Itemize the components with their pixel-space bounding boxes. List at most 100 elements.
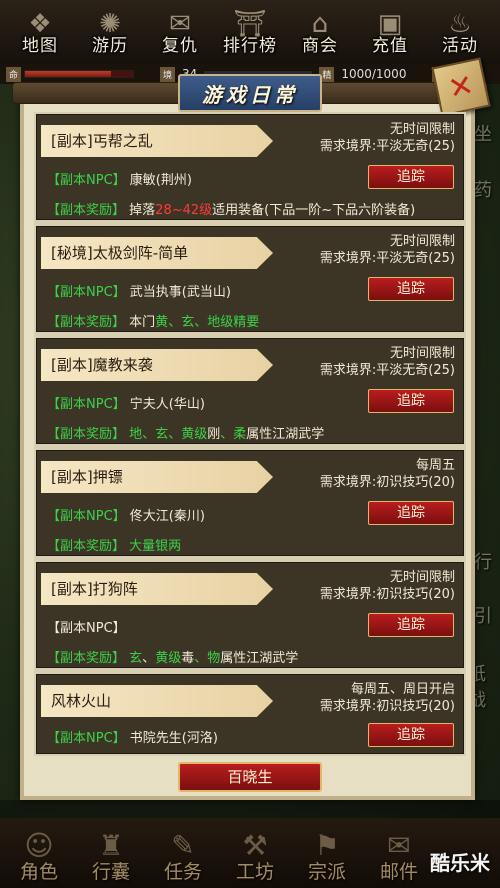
- track-button[interactable]: 追踪: [368, 613, 454, 637]
- nav-ranking[interactable]: ⛩ 排行榜: [216, 0, 284, 64]
- nav-revenge[interactable]: ✉ 复仇: [146, 0, 214, 64]
- reward-text: 玄: [181, 315, 195, 330]
- realm-requirement: 需求境界:初识技巧(20): [319, 587, 455, 602]
- realm-requirement: 需求境界:初识技巧(20): [319, 699, 455, 714]
- reward-text: 、: [168, 427, 182, 442]
- encyclopedia-button[interactable]: 百晓生: [178, 762, 322, 792]
- bnav-label: 任务: [163, 861, 202, 883]
- chat-strip[interactable]: [0, 800, 500, 818]
- reward-row: 【副本奖励】 大量银两: [47, 535, 181, 554]
- side-text: 坐: [474, 124, 492, 145]
- reward-text: 本门: [129, 315, 156, 330]
- reward-text: 黄: [155, 315, 169, 330]
- dungeon-card: [副本]魔教来袭 无时间限制 需求境界:平淡无奇(25) 【副本NPC】 宁夫人…: [36, 338, 464, 444]
- track-button[interactable]: 追踪: [368, 723, 454, 747]
- npc-tag: 【副本NPC】: [47, 731, 126, 746]
- hp-bar: [24, 70, 135, 78]
- nav-label: 商会: [302, 36, 338, 56]
- dungeon-name: [秘境]太极剑阵-简单: [41, 237, 273, 269]
- side-text: 引: [474, 606, 492, 627]
- bottom-nav: ☺ 角色 ♜ 行囊 ✎ 任务 ⚒ 工坊 ⚑ 宗派 ✉ 邮件: [0, 818, 500, 888]
- npc-tag: 【副本NPC】: [47, 509, 126, 524]
- npc-tag: 【副本NPC】: [47, 285, 126, 300]
- reward-text: 黄级: [155, 651, 182, 666]
- npc-name: 康敏(荆州): [129, 173, 192, 188]
- reward-row: 【副本奖励】 玄、黄级毒、物属性江湖武学: [47, 647, 298, 666]
- track-button[interactable]: 追踪: [368, 389, 454, 413]
- dungeon-name: [副本]打狗阵: [41, 573, 273, 605]
- nav-label: 游历: [92, 36, 128, 56]
- npc-row: 【副本NPC】 佟大江(秦川): [47, 505, 205, 524]
- npc-tag: 【副本NPC】: [47, 397, 126, 412]
- npc-tag: 【副本NPC】: [47, 173, 126, 188]
- watermark: 酷乐米: [430, 851, 490, 875]
- hp-tag: 命: [6, 66, 22, 82]
- npc-row: 【副本NPC】 书院先生(河洛): [47, 727, 218, 746]
- nav-recharge[interactable]: ▣ 充值: [356, 0, 424, 64]
- nav-label: 复仇: [162, 36, 198, 56]
- reward-text: 、: [220, 427, 234, 442]
- nav-bag[interactable]: ♜ 行囊: [76, 818, 146, 888]
- realm-requirement: 需求境界:平淡无奇(25): [319, 139, 455, 154]
- track-button[interactable]: 追踪: [368, 277, 454, 301]
- track-button[interactable]: 追踪: [368, 501, 454, 525]
- close-button[interactable]: ✕: [431, 57, 491, 117]
- realm-requirement: 需求境界:平淡无奇(25): [319, 251, 455, 266]
- reward-text: 刚: [207, 427, 221, 442]
- reward-text: 物: [207, 651, 221, 666]
- reward-row: 【副本奖励】 掉落28~42级适用装备(下品一阶~下品六阶装备): [47, 199, 415, 218]
- nav-label: 排行榜: [223, 36, 277, 56]
- reward-text: 适用装备(下品一阶~下品六阶装备): [212, 203, 416, 218]
- reward-text: 柔: [233, 427, 247, 442]
- reward-text: 、地级精要: [194, 315, 260, 330]
- nav-travel[interactable]: ✺ 游历: [76, 0, 144, 64]
- bnav-label: 角色: [19, 861, 58, 883]
- reward-text: 玄: [155, 427, 169, 442]
- dungeon-name: [副本]押镖: [41, 461, 273, 493]
- top-nav: ❖ 地图 ✺ 游历 ✉ 复仇 ⛩ 排行榜 ⌂ 商会 ▣ 充值 ♨ 活动: [0, 0, 500, 64]
- dungeon-card: 风林火山 每周五、周日开启 需求境界:初识技巧(20) 【副本NPC】 书院先生…: [36, 674, 464, 754]
- reward-text: 玄: [129, 651, 143, 666]
- reward-text: 掉落: [129, 203, 156, 218]
- track-button[interactable]: 追踪: [368, 165, 454, 189]
- npc-name: 佟大江(秦川): [129, 509, 205, 524]
- dungeon-name: [副本]魔教来袭: [41, 349, 273, 381]
- dungeon-card: [副本]打狗阵 无时间限制 需求境界:初识技巧(20) 【副本NPC】 追踪 【…: [36, 562, 464, 668]
- bnav-label: 宗派: [307, 861, 346, 883]
- reward-text: 属性江湖武学: [220, 651, 299, 666]
- reward-tag: 【副本奖励】: [47, 203, 126, 218]
- nav-workshop[interactable]: ⚒ 工坊: [220, 818, 290, 888]
- nav-mail[interactable]: ✉ 邮件: [364, 818, 434, 888]
- reward-text: 、: [142, 427, 156, 442]
- reward-text: 属性江湖武学: [246, 427, 325, 442]
- reward-tag: 【副本奖励】: [47, 651, 126, 666]
- reward-tag: 【副本奖励】: [47, 539, 126, 554]
- dungeon-card: [副本]押镖 每周五 需求境界:初识技巧(20) 【副本NPC】 佟大江(秦川)…: [36, 450, 464, 556]
- dungeon-list[interactable]: [副本]丐帮之乱 无时间限制 需求境界:平淡无奇(25) 【副本NPC】 康敏(…: [34, 112, 466, 756]
- nav-map[interactable]: ❖ 地图: [6, 0, 74, 64]
- reward-text: 地: [129, 427, 143, 442]
- energy-value: 1000/1000: [341, 67, 407, 81]
- npc-name: 书院先生(河洛): [129, 731, 218, 746]
- npc-name: 宁夫人(华山): [129, 397, 205, 412]
- nav-label: 活动: [442, 36, 478, 56]
- nav-event[interactable]: ♨ 活动: [426, 0, 494, 64]
- npc-row: 【副本NPC】 康敏(荆州): [47, 169, 192, 188]
- npc-row: 【副本NPC】 宁夫人(华山): [47, 393, 205, 412]
- reward-text: 、: [168, 315, 182, 330]
- nav-quest[interactable]: ✎ 任务: [148, 818, 218, 888]
- nav-character[interactable]: ☺ 角色: [4, 818, 74, 888]
- reward-text: 28~42级: [155, 203, 213, 218]
- reward-tag: 【副本奖励】: [47, 427, 126, 442]
- nav-label: 充值: [372, 36, 408, 56]
- npc-name: 武当执事(武当山): [129, 285, 231, 300]
- nav-guild[interactable]: ⌂ 商会: [286, 0, 354, 64]
- bnav-label: 工坊: [235, 861, 274, 883]
- close-icon: ✕: [445, 67, 477, 107]
- nav-sect[interactable]: ⚑ 宗派: [292, 818, 362, 888]
- reward-row: 【副本奖励】 本门黄、玄、地级精要: [47, 311, 259, 330]
- dungeon-name: [副本]丐帮之乱: [41, 125, 273, 157]
- side-text: 药: [474, 180, 492, 201]
- realm-tag: 境: [160, 66, 176, 82]
- reward-tag: 【副本奖励】: [47, 315, 126, 330]
